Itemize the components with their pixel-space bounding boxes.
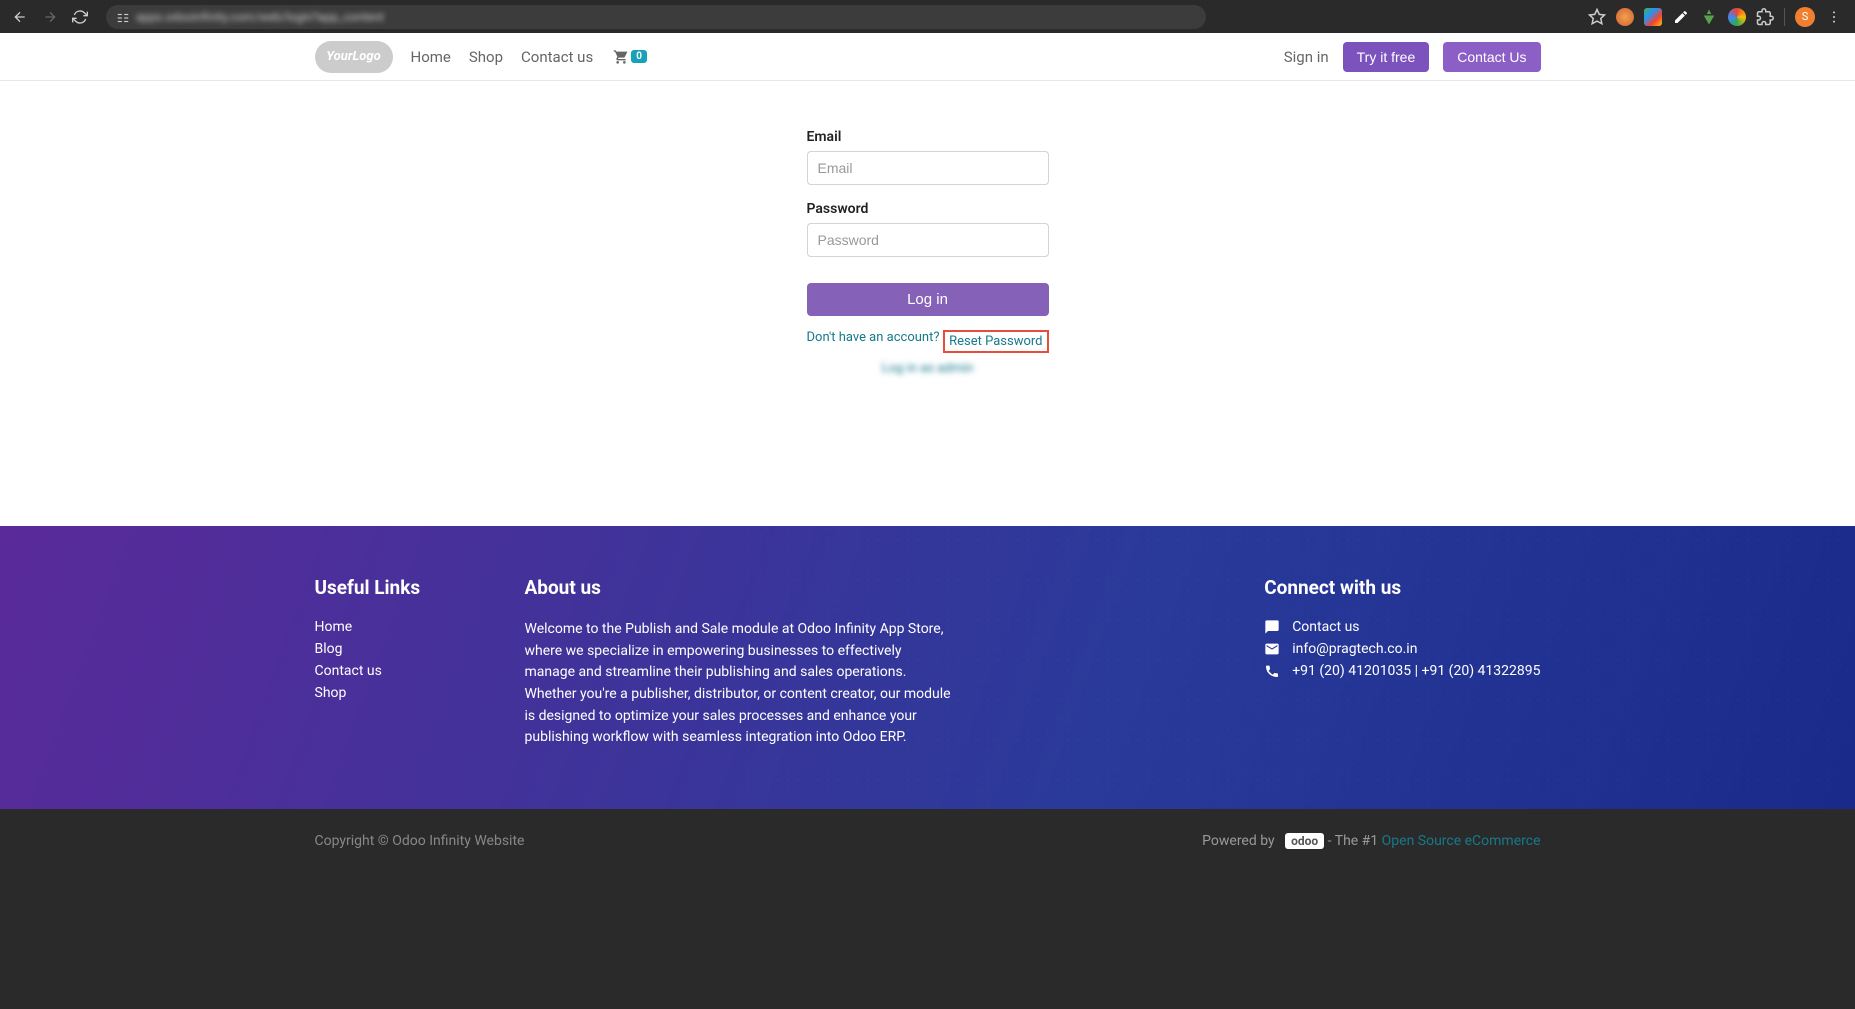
the-n1-text: - The #1 [1328,833,1382,849]
connect-contact[interactable]: Contact us [1264,619,1540,635]
footer-contact-link[interactable]: Contact us [315,663,475,679]
password-input[interactable] [807,223,1049,257]
blurred-admin-link[interactable]: Log in as admin [807,361,1049,376]
back-icon[interactable] [12,9,28,25]
connect-contact-text: Contact us [1292,619,1359,635]
try-free-button[interactable]: Try it free [1343,42,1430,72]
connect-phone-text: +91 (20) 41201035 | +91 (20) 41322895 [1292,663,1540,679]
email-input[interactable] [807,151,1049,185]
about-us-title: About us [525,576,955,599]
top-navigation: YourLogo Home Shop Contact us 0 Sign in … [0,33,1855,81]
no-account-link[interactable]: Don't have an account? [807,330,940,353]
powered-by: Powered by odoo - The #1 Open Source eCo… [1202,833,1540,849]
nav-contact[interactable]: Contact us [521,48,593,66]
connect-email[interactable]: info@pragtech.co.in [1264,641,1540,657]
powered-by-label: Powered by [1202,833,1275,849]
site-logo[interactable]: YourLogo [315,41,393,73]
extension-icon-1[interactable] [1616,8,1634,26]
reload-icon[interactable] [72,9,88,25]
menu-dots-icon[interactable] [1825,8,1843,26]
sub-footer: Copyright © Odoo Infinity Website Powere… [0,809,1855,1009]
logo-text: YourLogo [326,49,380,64]
copyright-text: Copyright © Odoo Infinity Website [315,833,525,849]
email-label: Email [807,129,1049,145]
login-form: Email Password Log in Don't have an acco… [807,129,1049,376]
extensions-puzzle-icon[interactable] [1756,8,1774,26]
connect-title: Connect with us [1264,576,1540,599]
extension-icon-2[interactable] [1644,8,1662,26]
signin-link[interactable]: Sign in [1284,48,1329,66]
nav-shop[interactable]: Shop [469,48,503,66]
login-button[interactable]: Log in [807,283,1049,316]
bookmark-star-icon[interactable] [1588,8,1606,26]
reset-password-highlight: Reset Password [943,330,1048,353]
cart-icon [613,49,629,65]
password-label: Password [807,201,1049,217]
reset-password-link[interactable]: Reset Password [949,334,1042,349]
useful-links-title: Useful Links [315,576,475,599]
cart-link[interactable]: 0 [613,49,647,65]
odoo-badge[interactable]: odoo [1285,833,1324,849]
nav-home[interactable]: Home [411,48,451,66]
extension-icon-3[interactable] [1672,8,1690,26]
extension-icon-5[interactable] [1728,8,1746,26]
phone-icon [1264,663,1280,679]
contact-us-button[interactable]: Contact Us [1443,42,1540,72]
connect-email-text: info@pragtech.co.in [1292,641,1417,657]
footer: Useful Links Home Blog Contact us Shop A… [0,526,1855,809]
browser-chrome: apps.odooinfinity.com/web/login?app_cont… [0,0,1855,33]
extension-icon-4[interactable] [1700,8,1718,26]
url-text: apps.odooinfinity.com/web/login?app_cont… [136,10,384,24]
cart-badge: 0 [631,50,647,63]
about-us-text: Welcome to the Publish and Sale module a… [525,619,955,749]
ecommerce-link[interactable]: Open Source eCommerce [1382,833,1541,849]
site-info-icon[interactable] [116,10,130,24]
footer-shop-link[interactable]: Shop [315,685,475,701]
profile-avatar-icon[interactable]: S [1795,7,1815,27]
forward-icon[interactable] [42,9,58,25]
connect-phone[interactable]: +91 (20) 41201035 | +91 (20) 41322895 [1264,663,1540,679]
chat-icon [1264,619,1280,635]
separator [1784,8,1785,26]
url-bar[interactable]: apps.odooinfinity.com/web/login?app_cont… [106,5,1206,29]
footer-blog-link[interactable]: Blog [315,641,475,657]
footer-home-link[interactable]: Home [315,619,475,635]
envelope-icon [1264,641,1280,657]
